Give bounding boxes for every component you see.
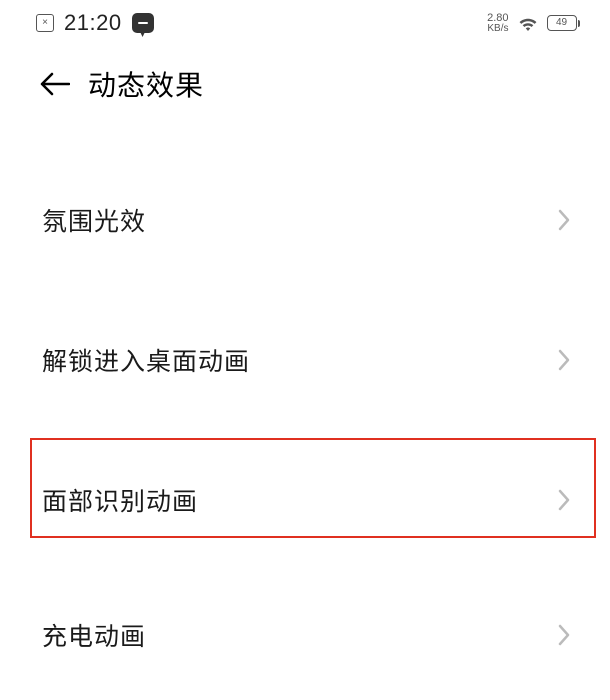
menu-item-label: 解锁进入桌面动画: [42, 342, 250, 378]
menu-list: 氛围光效 解锁进入桌面动画 面部识别动画 充电动画: [0, 120, 610, 700]
wifi-icon: [517, 15, 539, 31]
network-speed: 2.80 KB/s: [487, 13, 508, 34]
chevron-right-icon: [558, 624, 570, 646]
menu-item-label: 氛围光效: [42, 202, 146, 238]
chevron-right-icon: [558, 209, 570, 231]
status-time: 21:20: [64, 10, 122, 36]
status-left: × 21:20: [36, 10, 154, 36]
message-app-icon: [132, 13, 154, 33]
page-title: 动态效果: [88, 64, 204, 104]
battery-indicator: 49: [547, 15, 581, 31]
status-bar: × 21:20 2.80 KB/s 49: [0, 0, 610, 40]
battery-level: 49: [556, 18, 567, 28]
no-sim-icon: ×: [36, 14, 54, 32]
menu-item-ambient-light[interactable]: 氛围光效: [0, 150, 610, 290]
page-header: 动态效果: [0, 40, 610, 120]
menu-item-label: 面部识别动画: [42, 482, 198, 518]
chevron-right-icon: [558, 489, 570, 511]
status-right: 2.80 KB/s 49: [487, 13, 580, 34]
menu-item-face-recognition[interactable]: 面部识别动画: [0, 430, 610, 570]
back-arrow-icon[interactable]: [40, 72, 70, 96]
menu-item-charging-animation[interactable]: 充电动画: [0, 570, 610, 700]
menu-item-unlock-animation[interactable]: 解锁进入桌面动画: [0, 290, 610, 430]
chevron-right-icon: [558, 349, 570, 371]
menu-item-label: 充电动画: [42, 617, 146, 653]
